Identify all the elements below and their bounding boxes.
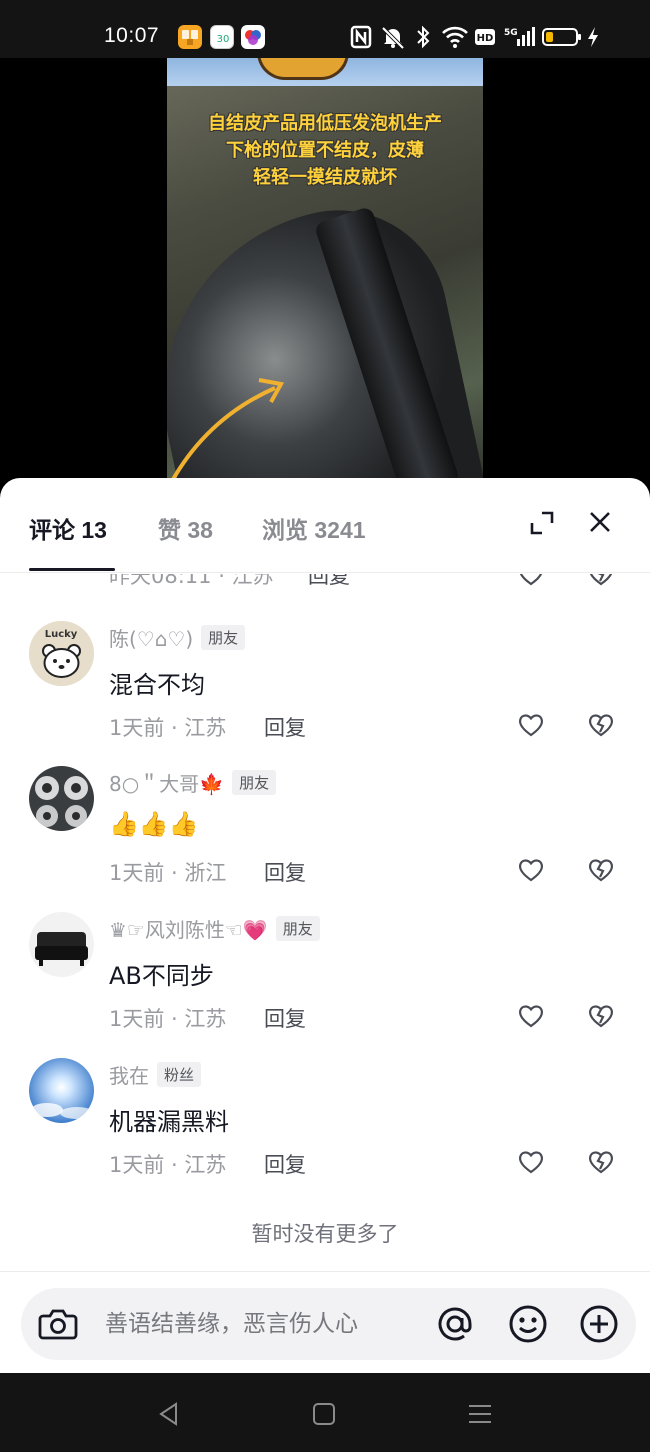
tab-views[interactable]: 浏览 3241: [262, 511, 366, 545]
broken-heart-icon[interactable]: [587, 1002, 615, 1030]
camera-icon[interactable]: [37, 1304, 79, 1344]
hd-icon: HD: [475, 29, 495, 45]
broken-heart-icon[interactable]: [587, 856, 615, 884]
comment-item: ♛☞风刘陈性☜💗 朋友 AB不同步 1天前 · 江苏 回复: [0, 912, 650, 1058]
heart-icon[interactable]: [517, 711, 545, 739]
username-text[interactable]: 8○＂大哥🍁: [109, 772, 224, 796]
reply-button[interactable]: 回复: [264, 1003, 306, 1033]
nfc-icon: [350, 25, 372, 49]
video-caption-line-2: 下枪的位置不结皮，皮薄: [226, 140, 424, 161]
comment-input-bar: [0, 1271, 650, 1373]
svg-text:HD: HD: [477, 33, 494, 44]
comment-meta: 1天前 · 江苏: [109, 1153, 227, 1177]
comment-item: 8○＂大哥🍁 朋友 👍👍👍 1天前 · 浙江 回复: [0, 766, 650, 912]
comment-meta: 1天前 · 浙江: [109, 861, 227, 885]
reply-button[interactable]: 回复: [308, 574, 350, 590]
bear-avatar[interactable]: Lucky: [29, 621, 94, 686]
close-icon[interactable]: [586, 508, 614, 536]
reply-button[interactable]: 回复: [264, 712, 306, 742]
expand-icon[interactable]: [528, 509, 556, 537]
heart-icon[interactable]: [517, 1148, 545, 1176]
wheels-avatar[interactable]: [29, 766, 94, 831]
at-mention-icon[interactable]: [433, 1302, 477, 1346]
home-icon[interactable]: [311, 1401, 337, 1427]
video-caption-line-1: 自结皮产品用低压发泡机生产: [208, 113, 442, 134]
comment-username[interactable]: 我在 粉丝: [109, 1060, 202, 1089]
sky-avatar[interactable]: [29, 1058, 94, 1123]
comment-text: 机器漏黑料: [109, 1108, 229, 1136]
no-more-comments-note: 暂时没有更多了: [251, 1222, 399, 1246]
heart-icon[interactable]: [517, 1002, 545, 1030]
mute-icon: [381, 26, 405, 50]
comment-sheet: 评论 13 赞 38 浏览 3241 昨天08:11 · 江苏 回复 Lucky…: [0, 478, 650, 1373]
broken-heart-icon[interactable]: [587, 711, 615, 739]
username-text[interactable]: 陈(♡⌂♡): [109, 627, 193, 651]
tab-likes[interactable]: 赞 38: [158, 511, 213, 545]
bluetooth-icon: [417, 25, 430, 49]
app-icon-purple: [241, 25, 265, 49]
comment-item: 我在 粉丝 机器漏黑料 1天前 · 江苏 回复: [0, 1058, 650, 1204]
comment-username[interactable]: ♛☞风刘陈性☜💗 朋友: [109, 914, 320, 943]
relation-badge: 朋友: [232, 770, 277, 795]
tab-underline: [29, 568, 115, 571]
signal-5g-icon: 5G: [504, 27, 535, 46]
comment-meta: 昨天08:11 · 江苏: [109, 574, 274, 588]
charging-icon: [588, 27, 598, 47]
sofa-avatar[interactable]: [29, 912, 94, 977]
comment-username[interactable]: 陈(♡⌂♡) 朋友: [109, 623, 246, 652]
svg-text:30: 30: [217, 34, 230, 45]
heart-icon[interactable]: [517, 856, 545, 884]
heart-icon[interactable]: [517, 574, 545, 588]
back-icon[interactable]: [156, 1401, 182, 1427]
relation-badge: 粉丝: [157, 1062, 202, 1087]
video-caption-line-3: 轻轻一摸结皮就坏: [253, 167, 397, 188]
broken-heart-icon[interactable]: [587, 574, 615, 588]
status-bar: 10:07 30 HD 5G: [0, 0, 650, 58]
reply-button[interactable]: 回复: [264, 1149, 306, 1179]
comment-meta: 1天前 · 江苏: [109, 716, 227, 740]
comment-item: Lucky 陈(♡⌂♡) 朋友 混合不均 1天前 · 江苏 回复: [0, 621, 650, 767]
video-arrow: [169, 378, 285, 484]
comment-username[interactable]: 8○＂大哥🍁 朋友: [109, 768, 277, 797]
wifi-icon: [442, 26, 468, 48]
comment-text: 👍👍👍: [109, 810, 199, 838]
username-text[interactable]: ♛☞风刘陈性☜💗: [109, 918, 268, 942]
relation-badge: 朋友: [275, 916, 320, 941]
comment-text: 混合不均: [109, 671, 205, 699]
battery-icon: [542, 27, 582, 47]
app-icon-orange: [178, 25, 202, 49]
svg-text:Lucky: Lucky: [45, 629, 78, 640]
reply-button[interactable]: 回复: [264, 857, 306, 887]
broken-heart-icon[interactable]: [587, 1148, 615, 1176]
emoji-icon[interactable]: [506, 1302, 550, 1346]
tab-comments[interactable]: 评论 13: [29, 511, 107, 545]
username-text[interactable]: 我在: [109, 1064, 149, 1088]
comment-input[interactable]: [105, 1304, 425, 1344]
system-nav-bar: [0, 1373, 650, 1452]
app-icon-calendar: 30: [210, 25, 234, 49]
comment-text: AB不同步: [109, 962, 214, 990]
svg-text:5G: 5G: [504, 28, 518, 38]
partial-comment-row: 昨天08:11 · 江苏 回复: [0, 574, 650, 590]
menu-icon[interactable]: [467, 1401, 493, 1427]
status-time: 10:07: [104, 24, 160, 47]
relation-badge: 朋友: [201, 625, 246, 650]
comment-list[interactable]: 昨天08:11 · 江苏 回复 Lucky 陈(♡⌂♡) 朋友 混合不均 1天前…: [0, 574, 650, 1274]
add-icon[interactable]: [577, 1302, 621, 1346]
sheet-tabs: 评论 13 赞 38 浏览 3241: [0, 478, 650, 573]
video-player[interactable]: 自结皮产品用低压发泡机生产 下枪的位置不结皮，皮薄 轻轻一摸结皮就坏: [167, 58, 483, 488]
comment-input-pill[interactable]: [21, 1288, 636, 1360]
comment-meta: 1天前 · 江苏: [109, 1007, 227, 1031]
